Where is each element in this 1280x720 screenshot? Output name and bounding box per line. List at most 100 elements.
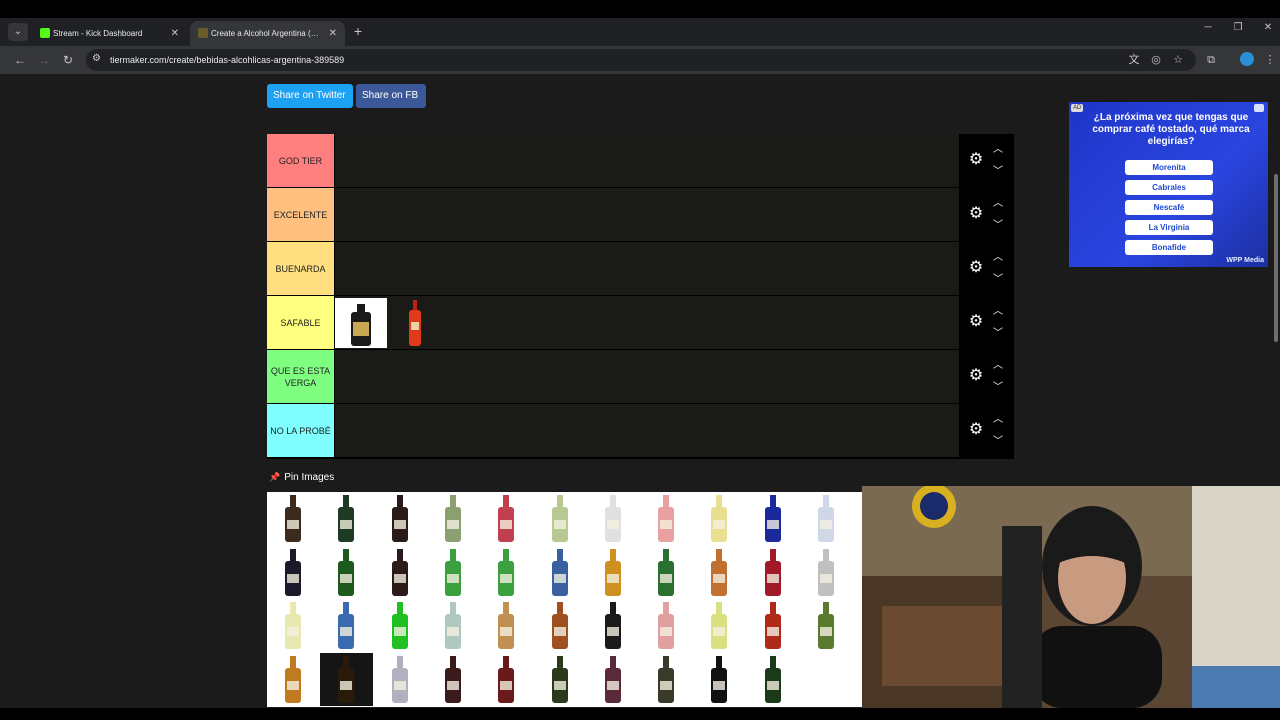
pool-item-image[interactable]: [534, 653, 587, 706]
tab-kick-dashboard[interactable]: Stream - Kick Dashboard ✕: [32, 21, 187, 46]
pool-item-image[interactable]: [480, 599, 533, 652]
profile-avatar[interactable]: [1240, 52, 1254, 66]
pool-item-image[interactable]: [693, 653, 746, 706]
tier-label[interactable]: SAFABLE: [267, 296, 334, 349]
extensions-icon[interactable]: ⧉: [1203, 52, 1219, 68]
bookmark-star-icon[interactable]: ☆: [1170, 52, 1186, 68]
pin-images-toggle[interactable]: 📌 Pin Images: [269, 472, 334, 483]
site-info-icon[interactable]: ⚙: [92, 53, 101, 64]
pool-item-image[interactable]: [320, 492, 373, 545]
pool-item-image[interactable]: [267, 492, 320, 545]
tier-dropzone[interactable]: [335, 242, 959, 295]
restore-button[interactable]: ❐: [1228, 22, 1248, 33]
pool-item-image[interactable]: [427, 492, 480, 545]
tier-label[interactable]: EXCELENTE: [267, 188, 334, 241]
tier-item-image[interactable]: [389, 298, 441, 348]
tier-label[interactable]: GOD TIER: [267, 134, 334, 187]
tier-dropzone[interactable]: [335, 404, 959, 457]
tier-dropzone[interactable]: [335, 296, 959, 349]
pool-item-image[interactable]: [427, 653, 480, 706]
chevron-down-icon[interactable]: ﹀: [991, 162, 1005, 177]
forward-arrow-icon[interactable]: →: [36, 52, 52, 68]
pool-item-image[interactable]: [480, 653, 533, 706]
ad-option[interactable]: Morenita: [1125, 160, 1213, 175]
gear-icon[interactable]: ⚙: [967, 259, 985, 277]
pool-item-image[interactable]: [587, 599, 640, 652]
ad-choices-icon[interactable]: [1254, 104, 1264, 112]
chevron-up-icon[interactable]: ︿: [991, 302, 1005, 317]
tab-close-icon[interactable]: ✕: [329, 21, 337, 46]
chevron-down-icon[interactable]: ﹀: [991, 378, 1005, 393]
menu-kebab-icon[interactable]: ⋮: [1262, 52, 1278, 68]
pool-item-image[interactable]: [374, 653, 427, 706]
tier-dropzone[interactable]: [335, 350, 959, 403]
pool-item-image[interactable]: [640, 599, 693, 652]
close-window-button[interactable]: ✕: [1258, 22, 1278, 33]
chevron-down-icon[interactable]: ﹀: [991, 432, 1005, 447]
ad-option[interactable]: Cabrales: [1125, 180, 1213, 195]
pool-item-image[interactable]: [640, 653, 693, 706]
share-twitter-button[interactable]: Share on Twitter: [267, 84, 353, 108]
pool-item-image[interactable]: [267, 653, 320, 706]
chevron-up-icon[interactable]: ︿: [991, 410, 1005, 425]
pool-item-image[interactable]: [587, 653, 640, 706]
chevron-down-icon[interactable]: ﹀: [991, 324, 1005, 339]
pool-item-image[interactable]: [747, 599, 800, 652]
tier-item-image[interactable]: [335, 298, 387, 348]
tier-label[interactable]: BUENARDA: [267, 242, 334, 295]
gear-icon[interactable]: ⚙: [967, 151, 985, 169]
chevron-up-icon[interactable]: ︿: [991, 248, 1005, 263]
ad-option[interactable]: Bonafide: [1125, 240, 1213, 255]
pool-item-image[interactable]: [374, 492, 427, 545]
pool-item-image[interactable]: [587, 546, 640, 599]
pool-item-image[interactable]: [427, 546, 480, 599]
pool-item-image[interactable]: [534, 546, 587, 599]
pool-item-image[interactable]: [480, 492, 533, 545]
pool-item-image[interactable]: [693, 492, 746, 545]
chevron-up-icon[interactable]: ︿: [991, 194, 1005, 209]
pool-item-image[interactable]: [800, 546, 853, 599]
pool-item-image[interactable]: [534, 492, 587, 545]
pool-item-image[interactable]: [640, 546, 693, 599]
pool-item-image[interactable]: [320, 652, 374, 706]
pool-item-image[interactable]: [747, 546, 800, 599]
gear-icon[interactable]: ⚙: [967, 367, 985, 385]
gear-icon[interactable]: ⚙: [967, 205, 985, 223]
eye-off-icon[interactable]: ◎: [1148, 52, 1164, 68]
share-fb-button[interactable]: Share on FB: [356, 84, 426, 108]
gear-icon[interactable]: ⚙: [967, 313, 985, 331]
tab-search-button[interactable]: ⌄: [8, 23, 28, 41]
pool-item-image[interactable]: [480, 546, 533, 599]
tab-close-icon[interactable]: ✕: [171, 21, 179, 46]
chevron-down-icon[interactable]: ﹀: [991, 270, 1005, 285]
reload-icon[interactable]: ↻: [60, 52, 76, 68]
gear-icon[interactable]: ⚙: [967, 421, 985, 439]
pool-item-image[interactable]: [374, 546, 427, 599]
tier-dropzone[interactable]: [335, 134, 959, 187]
pool-item-image[interactable]: [747, 492, 800, 545]
pool-item-image[interactable]: [693, 546, 746, 599]
ad-option[interactable]: La Virginia: [1125, 220, 1213, 235]
pool-item-image[interactable]: [320, 599, 373, 652]
pool-item-image[interactable]: [534, 599, 587, 652]
pool-item-image[interactable]: [267, 599, 320, 652]
tier-dropzone[interactable]: [335, 188, 959, 241]
address-bar[interactable]: ⚙ tiermaker.com/create/bebidas-alcohlica…: [86, 49, 1196, 71]
chevron-down-icon[interactable]: ﹀: [991, 216, 1005, 231]
ad-option[interactable]: Nescafé: [1125, 200, 1213, 215]
pool-item-image[interactable]: [747, 653, 800, 706]
new-tab-button[interactable]: +: [350, 23, 366, 39]
pool-item-image[interactable]: [267, 546, 320, 599]
scrollbar-thumb[interactable]: [1274, 174, 1278, 342]
back-arrow-icon[interactable]: ←: [12, 52, 28, 68]
pool-item-image[interactable]: [374, 599, 427, 652]
pool-item-image[interactable]: [320, 546, 373, 599]
tier-label[interactable]: NO LA PROBÉ: [267, 404, 334, 457]
tier-label[interactable]: QUE ES ESTA VERGA: [267, 350, 334, 403]
pool-item-image[interactable]: [427, 599, 480, 652]
translate-icon[interactable]: 文: [1126, 52, 1142, 68]
pool-item-image[interactable]: [587, 492, 640, 545]
pool-item-image[interactable]: [800, 492, 853, 545]
chevron-up-icon[interactable]: ︿: [991, 140, 1005, 155]
pool-item-image[interactable]: [693, 599, 746, 652]
